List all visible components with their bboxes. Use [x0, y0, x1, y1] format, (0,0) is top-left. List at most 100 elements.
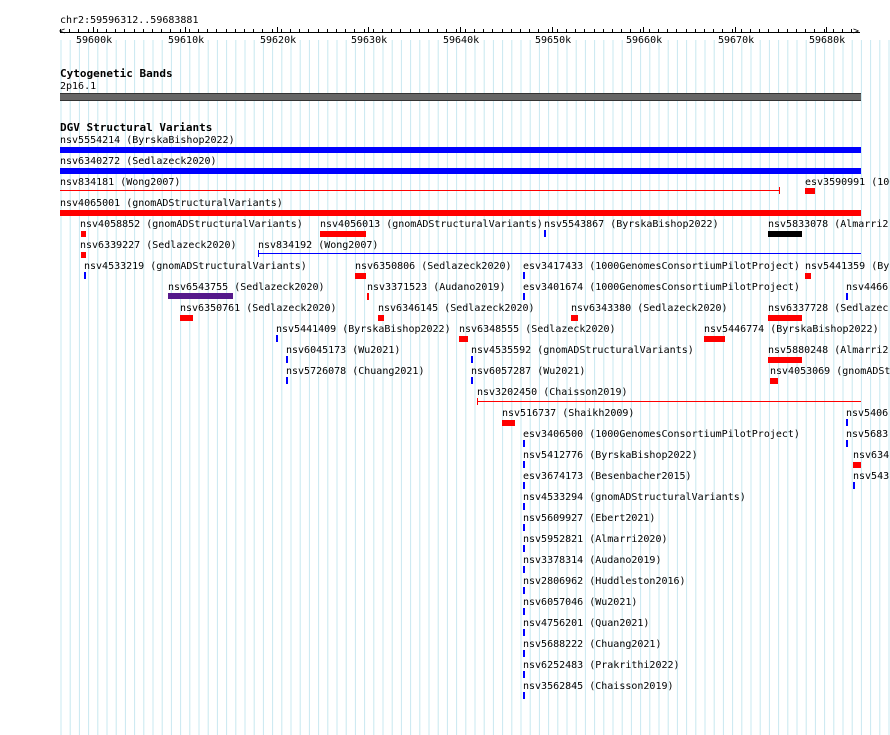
- variant-tick-gain[interactable]: [523, 650, 525, 657]
- variant-tick-loss[interactable]: [367, 293, 369, 300]
- variant-label[interactable]: esv3417433 (1000GenomesConsortiumPilotPr…: [523, 261, 800, 272]
- variant-label[interactable]: nsv2806962 (Huddleston2016): [523, 576, 686, 587]
- variant-bar-loss[interactable]: [768, 315, 802, 321]
- variant-label[interactable]: nsv5688222 (Chuang2021): [523, 639, 661, 650]
- variant-bar-loss[interactable]: [768, 357, 802, 363]
- variant-label[interactable]: nsv834192 (Wong2007): [258, 240, 378, 251]
- variant-line-loss[interactable]: [60, 190, 780, 191]
- variant-bar-gain[interactable]: [60, 147, 861, 153]
- variant-label[interactable]: nsv3371523 (Audano2019): [367, 282, 505, 293]
- variant-bar-loss[interactable]: [459, 336, 468, 342]
- variant-label[interactable]: nsv634: [853, 450, 889, 461]
- variant-bar-loss[interactable]: [320, 231, 366, 237]
- variant-label[interactable]: nsv6252483 (Prakrithi2022): [523, 660, 680, 671]
- variant-label[interactable]: nsv4466: [846, 282, 888, 293]
- variant-label[interactable]: nsv6340272 (Sedlazeck2020): [60, 156, 217, 167]
- variant-tick-gain[interactable]: [523, 692, 525, 699]
- cytoband-bar[interactable]: [60, 93, 861, 101]
- variant-bar-loss[interactable]: [378, 315, 384, 321]
- variant-tick-gain[interactable]: [523, 608, 525, 615]
- variant-tick-gain[interactable]: [523, 482, 525, 489]
- variant-bar-inversion[interactable]: [168, 293, 233, 299]
- variant-bar-loss[interactable]: [81, 231, 86, 237]
- variant-tick-gain[interactable]: [523, 629, 525, 636]
- variant-tick-gain[interactable]: [846, 440, 848, 447]
- variant-tick-gain[interactable]: [523, 293, 525, 300]
- variant-bar-gain[interactable]: [60, 168, 861, 174]
- variant-label[interactable]: nsv4535592 (gnomADStructuralVariants): [471, 345, 694, 356]
- variant-label[interactable]: nsv4756201 (Quan2021): [523, 618, 649, 629]
- variant-tick-gain[interactable]: [523, 461, 525, 468]
- variant-label[interactable]: nsv6339227 (Sedlazeck2020): [80, 240, 237, 251]
- variant-label[interactable]: nsv5880248 (Almarri2: [768, 345, 888, 356]
- variant-label[interactable]: nsv5446774 (ByrskaBishop2022): [704, 324, 879, 335]
- variant-tick-gain[interactable]: [286, 377, 288, 384]
- variant-label[interactable]: nsv6057046 (Wu2021): [523, 597, 637, 608]
- variant-label[interactable]: nsv5441359 (By: [805, 261, 889, 272]
- variant-tick-gain[interactable]: [471, 377, 473, 384]
- variant-bar-loss[interactable]: [770, 378, 778, 384]
- variant-label[interactable]: nsv5609927 (Ebert2021): [523, 513, 655, 524]
- variant-label[interactable]: nsv5952821 (Almarri2020): [523, 534, 668, 545]
- variant-label[interactable]: nsv5412776 (ByrskaBishop2022): [523, 450, 698, 461]
- variant-cap[interactable]: [477, 398, 478, 405]
- variant-tick-gain[interactable]: [523, 671, 525, 678]
- variant-label[interactable]: nsv6348555 (Sedlazeck2020): [459, 324, 616, 335]
- variant-tick-gain[interactable]: [853, 482, 855, 489]
- variant-label[interactable]: esv3674173 (Besenbacher2015): [523, 471, 692, 482]
- variant-label[interactable]: nsv4053069 (gnomADSt: [770, 366, 890, 377]
- variant-bar-loss[interactable]: [180, 315, 193, 321]
- variant-label[interactable]: nsv543: [853, 471, 889, 482]
- variant-bar-loss[interactable]: [805, 273, 811, 279]
- variant-label[interactable]: nsv6057287 (Wu2021): [471, 366, 585, 377]
- variant-tick-gain[interactable]: [523, 587, 525, 594]
- variant-label[interactable]: nsv4533219 (gnomADStructuralVariants): [84, 261, 307, 272]
- variant-label[interactable]: nsv6543755 (Sedlazeck2020): [168, 282, 325, 293]
- variant-label[interactable]: nsv6350806 (Sedlazeck2020): [355, 261, 512, 272]
- variant-label[interactable]: nsv516737 (Shaikh2009): [502, 408, 634, 419]
- variant-bar-loss[interactable]: [853, 462, 861, 468]
- variant-label[interactable]: nsv5406: [846, 408, 888, 419]
- variant-label[interactable]: nsv4065001 (gnomADStructuralVariants): [60, 198, 283, 209]
- variant-label[interactable]: nsv3378314 (Audano2019): [523, 555, 661, 566]
- variant-tick-gain[interactable]: [523, 272, 525, 279]
- variant-label[interactable]: nsv834181 (Wong2007): [60, 177, 180, 188]
- variant-tick-gain[interactable]: [846, 419, 848, 426]
- variant-label[interactable]: nsv4056013 (gnomADStructuralVariants): [320, 219, 543, 230]
- variant-tick-gain[interactable]: [471, 356, 473, 363]
- variant-tick-gain[interactable]: [523, 524, 525, 531]
- variant-bar-loss[interactable]: [502, 420, 515, 426]
- variant-tick-gain[interactable]: [523, 503, 525, 510]
- variant-line-gain[interactable]: [258, 253, 861, 254]
- variant-label[interactable]: esv3401674 (1000GenomesConsortiumPilotPr…: [523, 282, 800, 293]
- variant-tick-gain[interactable]: [84, 272, 86, 279]
- variant-label[interactable]: nsv3562845 (Chaisson2019): [523, 681, 674, 692]
- variant-label[interactable]: nsv6346145 (Sedlazeck2020): [378, 303, 535, 314]
- variant-tick-gain[interactable]: [276, 335, 278, 342]
- variant-label[interactable]: nsv4058852 (gnomADStructuralVariants): [80, 219, 303, 230]
- variant-tick-gain[interactable]: [523, 566, 525, 573]
- variant-label[interactable]: nsv6343380 (Sedlazeck2020): [571, 303, 728, 314]
- variant-label[interactable]: nsv5683: [846, 429, 888, 440]
- variant-bar-loss[interactable]: [805, 188, 815, 194]
- variant-bar-loss[interactable]: [81, 252, 86, 258]
- variant-label[interactable]: nsv5726078 (Chuang2021): [286, 366, 424, 377]
- variant-tick-gain[interactable]: [846, 293, 848, 300]
- variant-label[interactable]: nsv6350761 (Sedlazeck2020): [180, 303, 337, 314]
- variant-label[interactable]: nsv5543867 (ByrskaBishop2022): [544, 219, 719, 230]
- variant-tick-gain[interactable]: [523, 440, 525, 447]
- variant-bar-complex[interactable]: [768, 231, 802, 237]
- variant-label[interactable]: nsv5554214 (ByrskaBishop2022): [60, 135, 235, 146]
- variant-label[interactable]: esv3406500 (1000GenomesConsortiumPilotPr…: [523, 429, 800, 440]
- variant-tick-gain[interactable]: [523, 545, 525, 552]
- variant-bar-loss[interactable]: [704, 336, 725, 342]
- variant-label[interactable]: nsv3202450 (Chaisson2019): [477, 387, 628, 398]
- variant-bar-loss[interactable]: [60, 210, 861, 216]
- variant-label[interactable]: nsv4533294 (gnomADStructuralVariants): [523, 492, 746, 503]
- variant-cap[interactable]: [779, 187, 780, 194]
- variant-bar-loss[interactable]: [571, 315, 578, 321]
- variant-label[interactable]: nsv5441409 (ByrskaBishop2022): [276, 324, 451, 335]
- variant-tick-gain[interactable]: [544, 230, 546, 237]
- variant-label[interactable]: nsv6337728 (Sedlazec: [768, 303, 888, 314]
- variant-tick-gain[interactable]: [286, 356, 288, 363]
